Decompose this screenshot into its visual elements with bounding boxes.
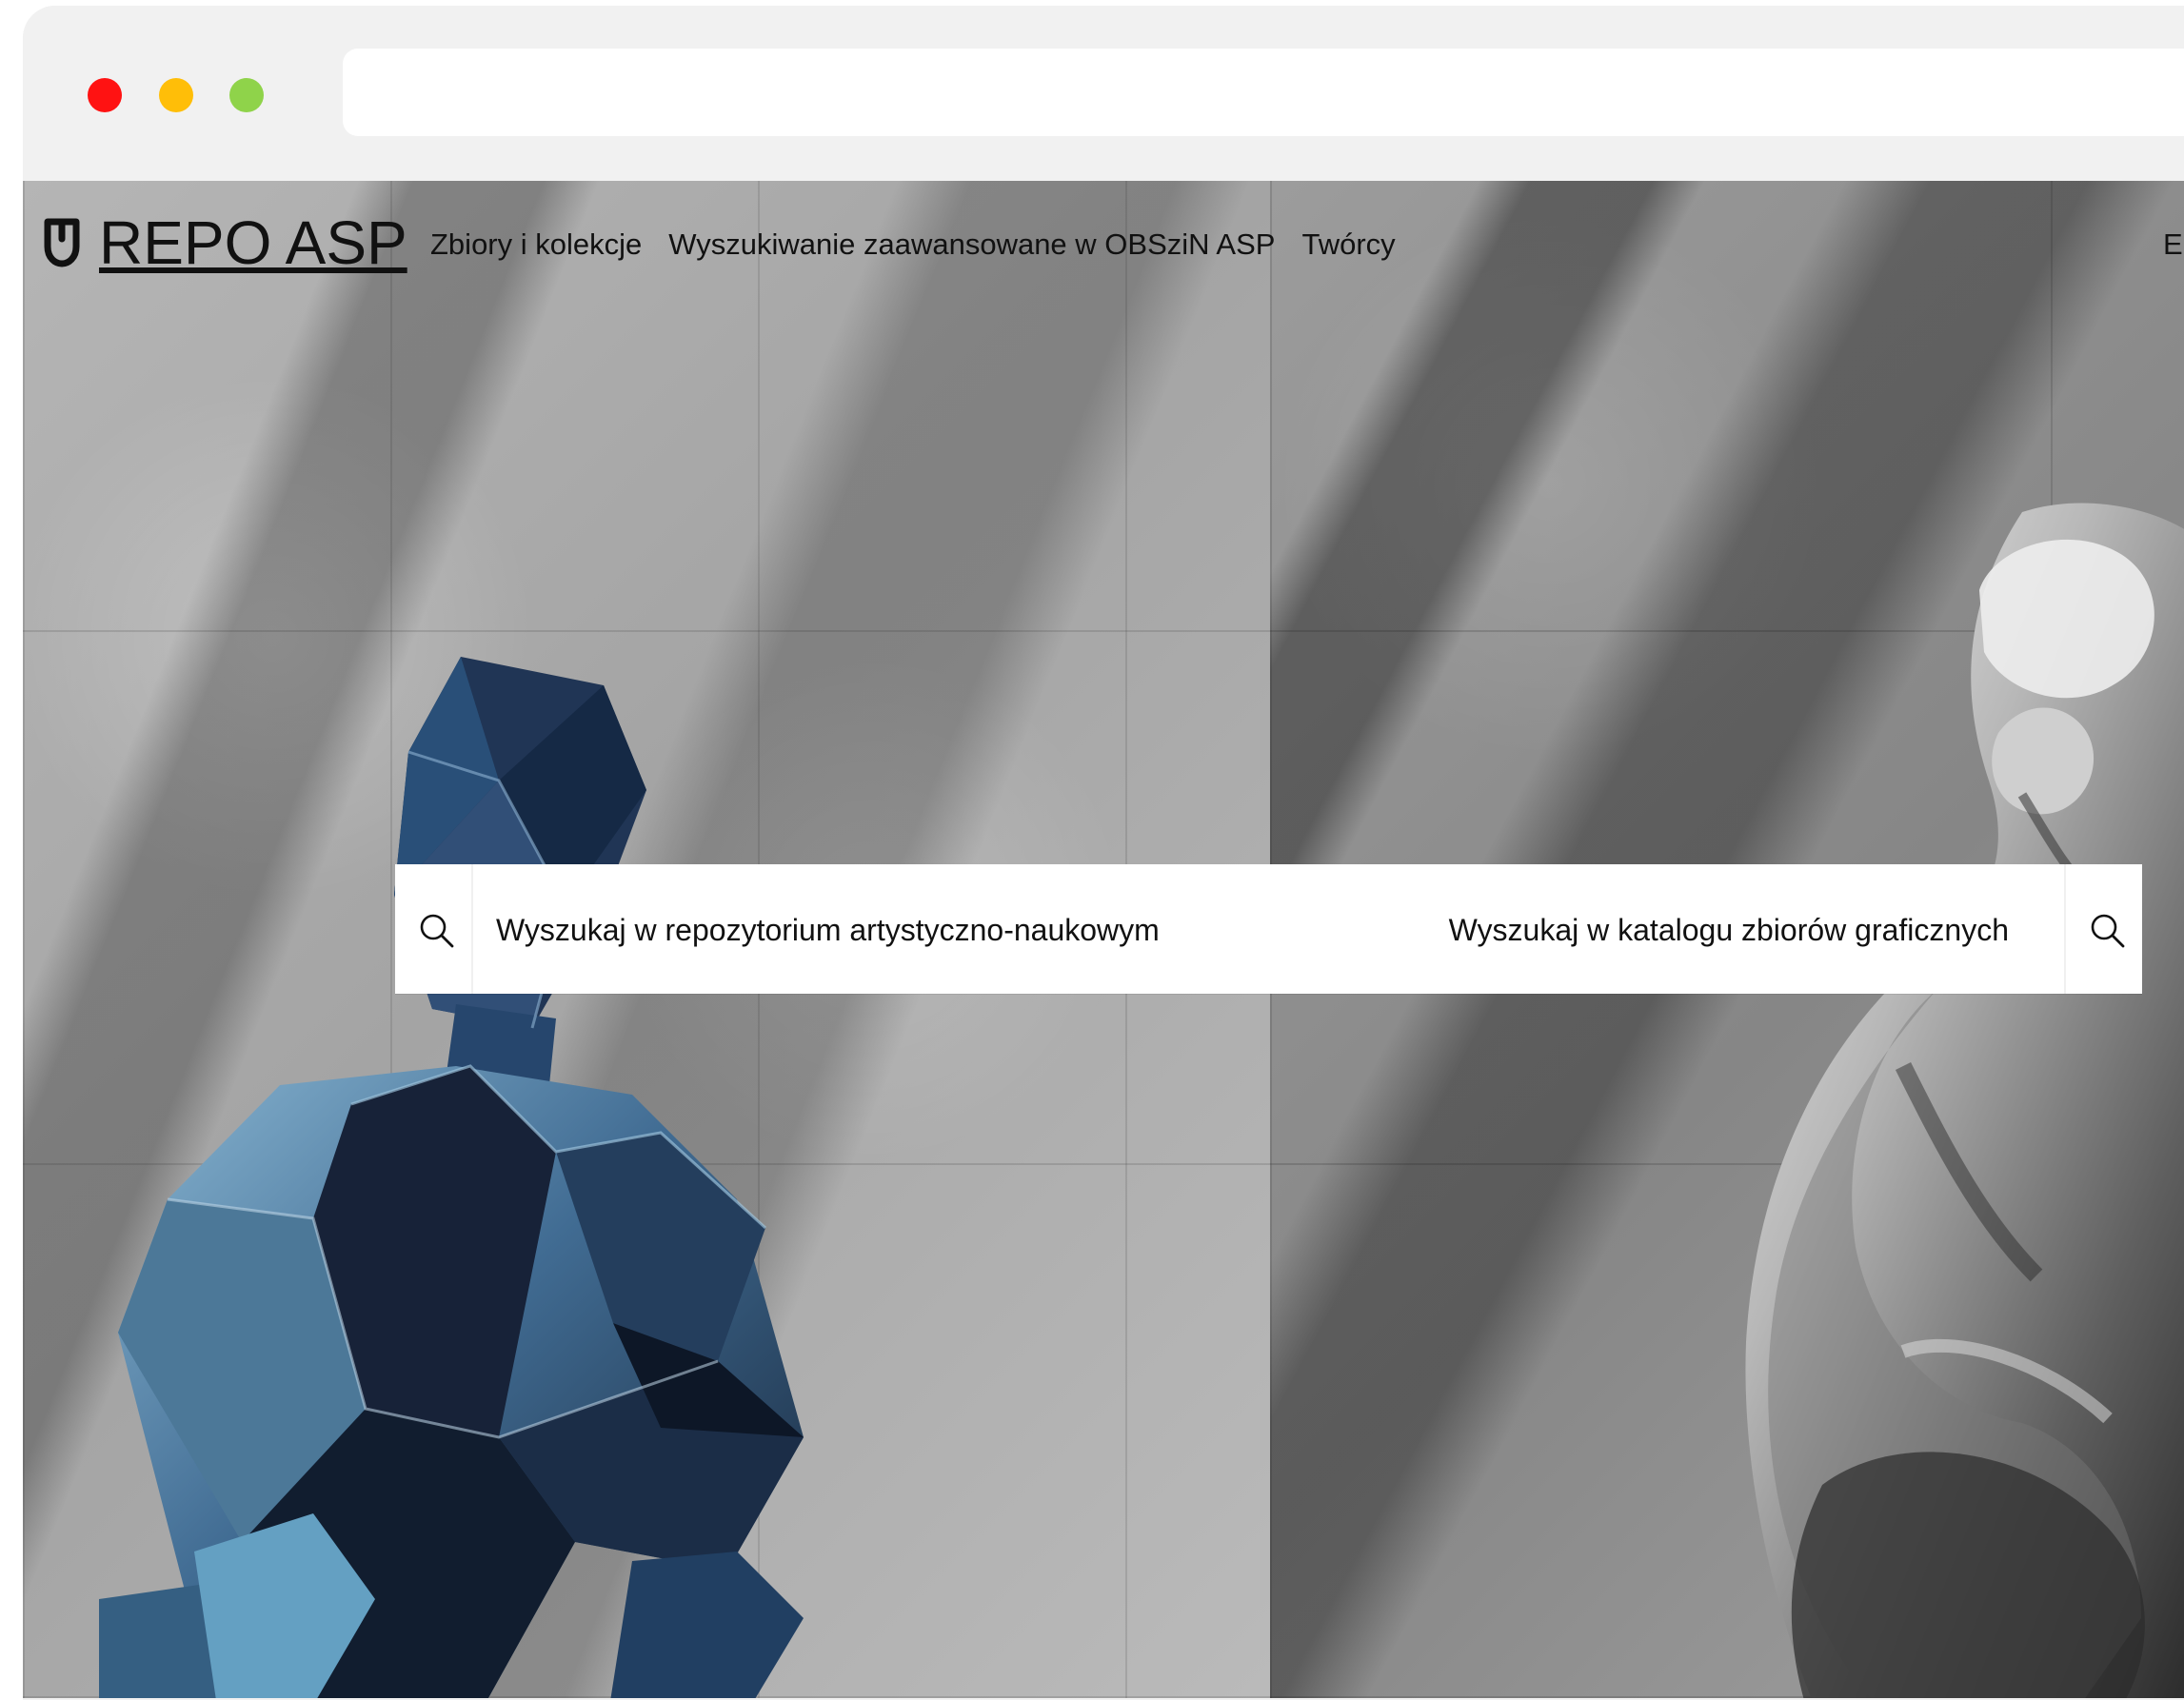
catalog-search-button[interactable]	[2079, 902, 2134, 958]
repository-search-button[interactable]	[408, 902, 464, 958]
search-panel	[395, 864, 2142, 996]
stone-sculpture-image	[1745, 503, 2184, 1698]
repository-search-input[interactable]	[494, 864, 1317, 996]
catalog-search-input[interactable]	[1417, 864, 2011, 996]
minimize-window-button[interactable]	[159, 78, 193, 112]
polygonal-sculpture-image	[99, 657, 804, 1698]
search-icon	[420, 914, 454, 948]
main-navigation: Zbiory i kolekcje Wyszukiwanie zaawansow…	[430, 224, 1396, 266]
site-header: REPO ASP Zbiory i kolekcje Wyszukiwanie …	[23, 181, 2184, 305]
close-window-button[interactable]	[88, 78, 122, 112]
catalog-search-divider	[2064, 864, 2066, 994]
browser-chrome	[23, 6, 2184, 181]
search-icon	[2091, 914, 2125, 948]
nav-link-creators[interactable]: Twórcy	[1301, 224, 1395, 266]
nav-link-collections[interactable]: Zbiory i kolekcje	[430, 224, 642, 266]
address-bar-input[interactable]	[343, 49, 2184, 136]
brand-name: REPO ASP	[99, 208, 407, 277]
browser-window: REPO ASP Zbiory i kolekcje Wyszukiwanie …	[23, 6, 2184, 1700]
repo-asp-logo-link[interactable]: REPO ASP	[42, 209, 407, 276]
repository-search-divider	[471, 864, 473, 994]
nav-link-advanced-search[interactable]: Wyszukiwanie zaawansowane w OBSziN ASP	[668, 224, 1275, 266]
shield-icon	[44, 218, 80, 267]
language-switch-link[interactable]: EN	[2163, 224, 2184, 266]
repo-asp-page: REPO ASP Zbiory i kolekcje Wyszukiwanie …	[23, 181, 2184, 1698]
maximize-window-button[interactable]	[229, 78, 264, 112]
